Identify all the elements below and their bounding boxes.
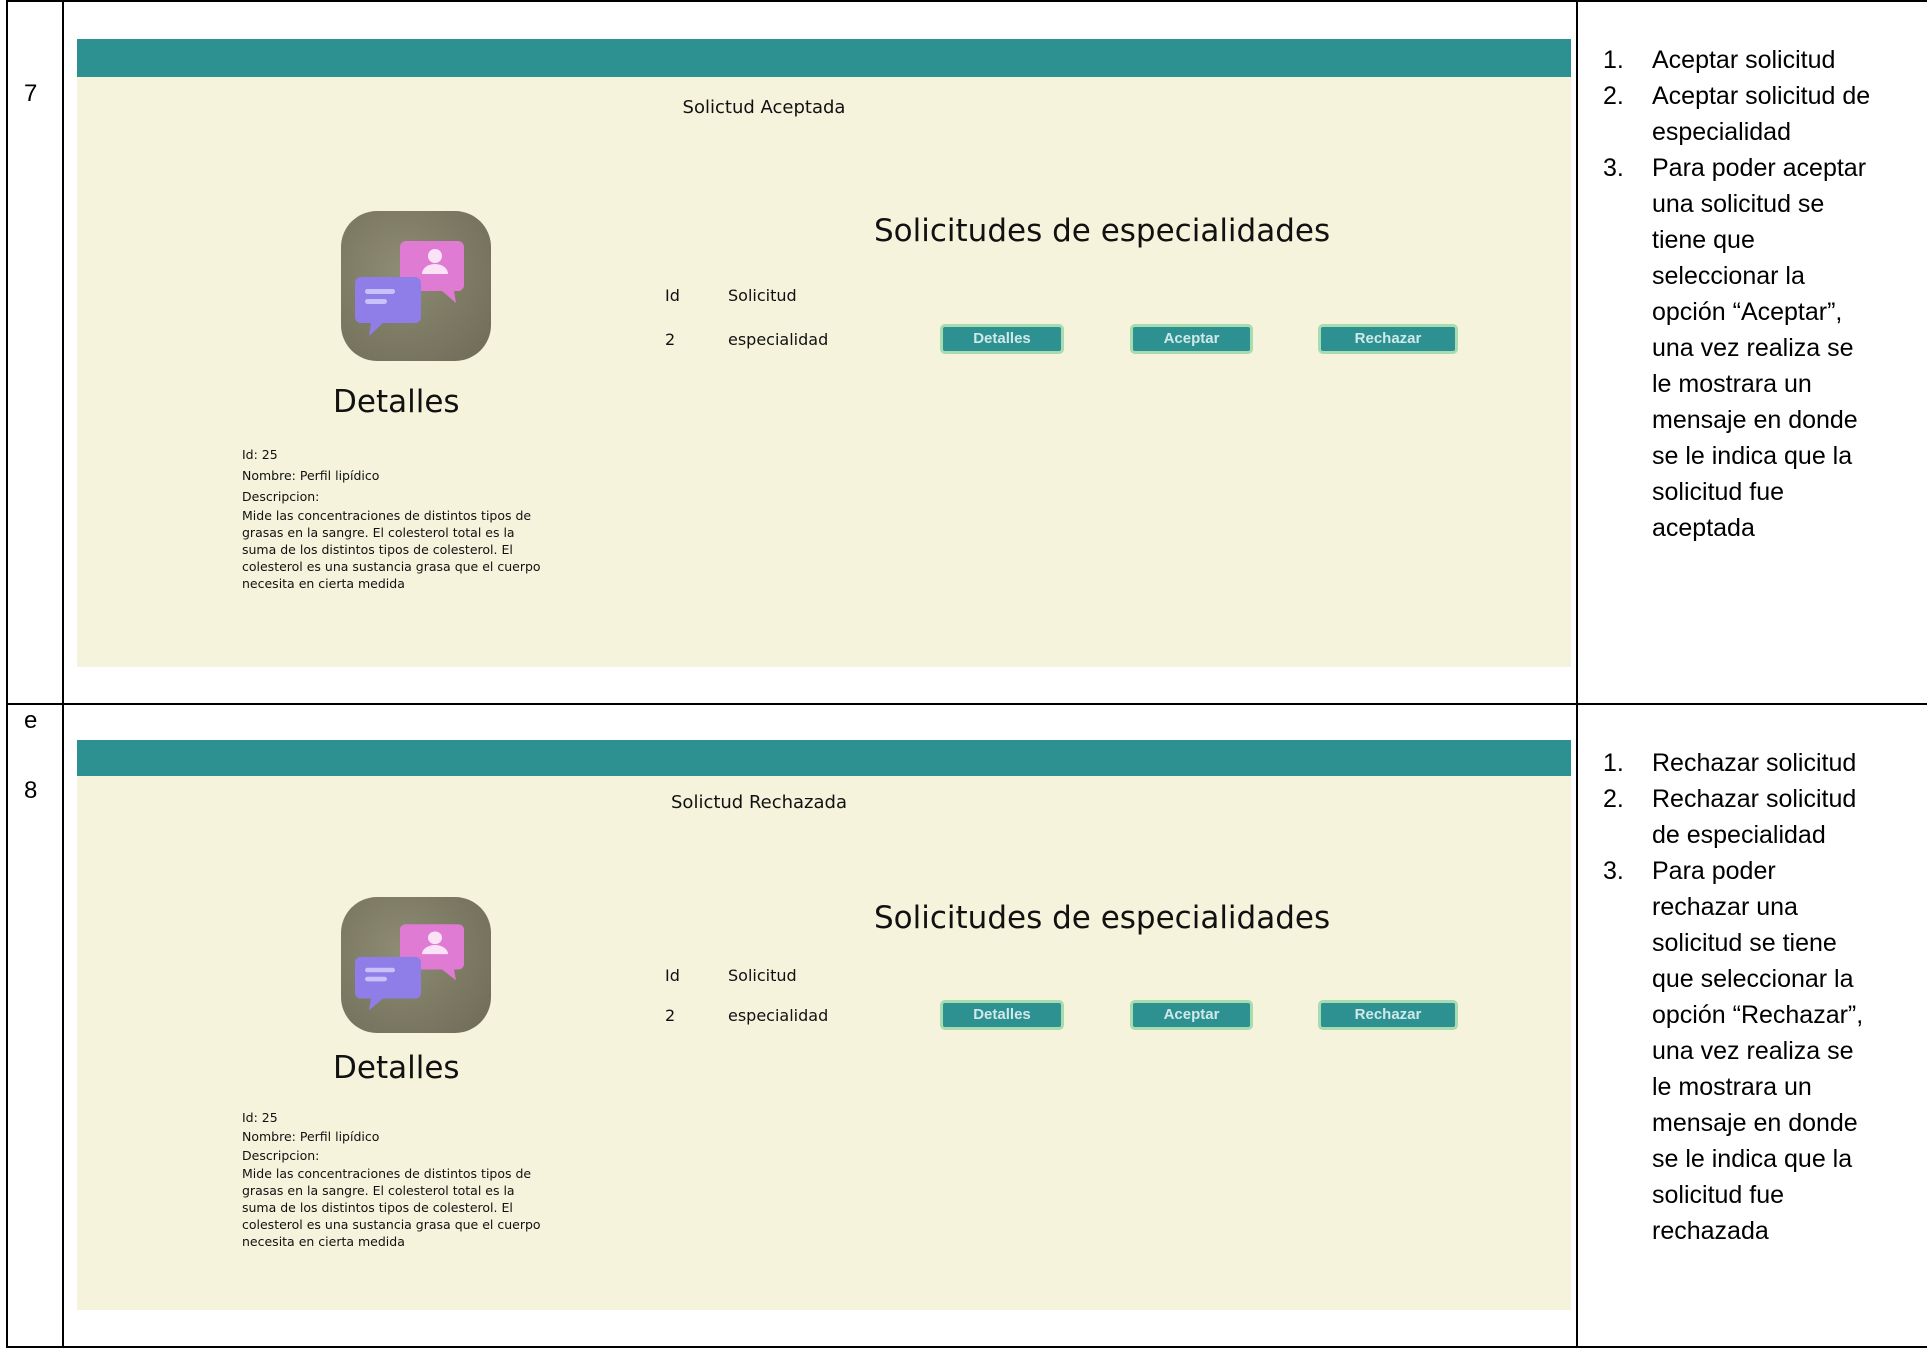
steps-cell: 1. Aceptar solicitud 2. Aceptar solicitud … bbox=[1576, 0, 1927, 706]
detail-description: Mide las concentraciones de distintos ti… bbox=[242, 1166, 541, 1250]
detail-description-label: Descripcion: bbox=[242, 489, 320, 504]
table-row-7: 7 Solictud Aceptada Detalles Id: 25 Nomb… bbox=[6, 0, 1927, 706]
aceptar-button[interactable]: Aceptar bbox=[1130, 324, 1253, 354]
chat-bubbles-icon bbox=[341, 211, 491, 361]
detail-name: Nombre: Perfil lipídico bbox=[242, 468, 380, 483]
status-message: Solictud Rechazada bbox=[671, 792, 847, 814]
steps-list: 1. Aceptar solicitud 2. Aceptar solicitud … bbox=[1586, 42, 1876, 546]
details-title: Detalles bbox=[333, 384, 460, 420]
table-row-8: e 8 Solictud Rechazada Detalles Id: 25 N… bbox=[6, 703, 1927, 1348]
app-screenshot: Solictud Rechazada Detalles Id: 25 Nombr… bbox=[77, 740, 1571, 1311]
step-text: Aceptar solicitud bbox=[1652, 46, 1836, 74]
step-text: Para poder aceptar una solicitud se tien… bbox=[1652, 154, 1867, 542]
row-id-cell: 2 bbox=[665, 330, 676, 349]
step-item: 3. Para poder aceptar una solicitud se ti… bbox=[1603, 154, 1867, 542]
document-table: 7 Solictud Aceptada Detalles Id: 25 Nomb… bbox=[6, 0, 1927, 1348]
requests-list-title: Solicitudes de especialidades bbox=[874, 213, 1331, 249]
detail-description: Mide las concentraciones de distintos ti… bbox=[242, 508, 541, 591]
details-info: Id: 25 Nombre: Perfil lipídico Descripci… bbox=[242, 444, 547, 592]
detail-description-label: Descripcion: bbox=[242, 1148, 320, 1164]
detail-name: Nombre: Perfil lipídico bbox=[242, 1129, 380, 1145]
step-text: Para poder rechazar una solicitud se tie… bbox=[1652, 857, 1864, 1246]
column-header-solicitud: Solicitud bbox=[728, 286, 797, 305]
row-solicitud-cell: especialidad bbox=[728, 330, 829, 349]
chat-bubbles-icon bbox=[341, 897, 491, 1034]
step-text: Rechazar solicitud bbox=[1652, 749, 1857, 778]
row-number-prefix: e bbox=[24, 707, 38, 735]
detalles-button[interactable]: Detalles bbox=[940, 324, 1064, 354]
detail-id: Id: 25 bbox=[242, 1110, 278, 1126]
column-header-id: Id bbox=[665, 286, 680, 305]
status-message: Solictud Aceptada bbox=[682, 97, 846, 118]
row-number: 8 bbox=[24, 777, 38, 805]
step-item: 3. Para poder rechazar una solicitud se t… bbox=[1603, 857, 1864, 1246]
header-bar bbox=[77, 740, 1571, 777]
step-item: 2. Rechazar solicitud de especialidad bbox=[1603, 785, 1857, 850]
rechazar-button[interactable]: Rechazar bbox=[1318, 324, 1458, 354]
step-text: Rechazar solicitud de especialidad bbox=[1652, 785, 1857, 850]
detail-id: Id: 25 bbox=[242, 447, 278, 462]
details-title: Detalles bbox=[333, 1050, 460, 1087]
step-item: 1. Rechazar solicitud bbox=[1603, 749, 1857, 778]
steps-list: 1. Rechazar solicitud 2. Rechazar solicitu… bbox=[1586, 745, 1876, 1249]
row-solicitud-cell: especialidad bbox=[728, 1006, 829, 1026]
step-item: 1. Aceptar solicitud bbox=[1603, 46, 1836, 74]
steps-cell: 1. Rechazar solicitud 2. Rechazar solicitu… bbox=[1576, 703, 1927, 1348]
number-cell: e 8 bbox=[6, 703, 64, 1348]
detalles-button[interactable]: Detalles bbox=[940, 1000, 1064, 1031]
number-cell: 7 bbox=[6, 0, 64, 706]
aceptar-button[interactable]: Aceptar bbox=[1130, 1000, 1253, 1031]
requests-list-title: Solicitudes de especialidades bbox=[874, 900, 1331, 937]
row-number: 7 bbox=[24, 80, 38, 107]
row-id-cell: 2 bbox=[665, 1006, 676, 1026]
screenshot-cell: Solictud Aceptada Detalles Id: 25 Nombre… bbox=[62, 0, 1578, 706]
details-info: Id: 25 Nombre: Perfil lipídico Descripci… bbox=[242, 1108, 547, 1250]
screenshot-cell: Solictud Rechazada Detalles Id: 25 Nombr… bbox=[62, 703, 1578, 1348]
header-bar bbox=[77, 39, 1571, 77]
step-item: 2. Aceptar solicitud de especialidad bbox=[1603, 82, 1871, 146]
step-text: Aceptar solicitud de especialidad bbox=[1652, 82, 1871, 146]
rechazar-button[interactable]: Rechazar bbox=[1318, 1000, 1458, 1031]
app-screenshot: Solictud Aceptada Detalles Id: 25 Nombre… bbox=[77, 39, 1571, 667]
column-header-solicitud: Solicitud bbox=[728, 966, 797, 986]
column-header-id: Id bbox=[665, 966, 680, 986]
